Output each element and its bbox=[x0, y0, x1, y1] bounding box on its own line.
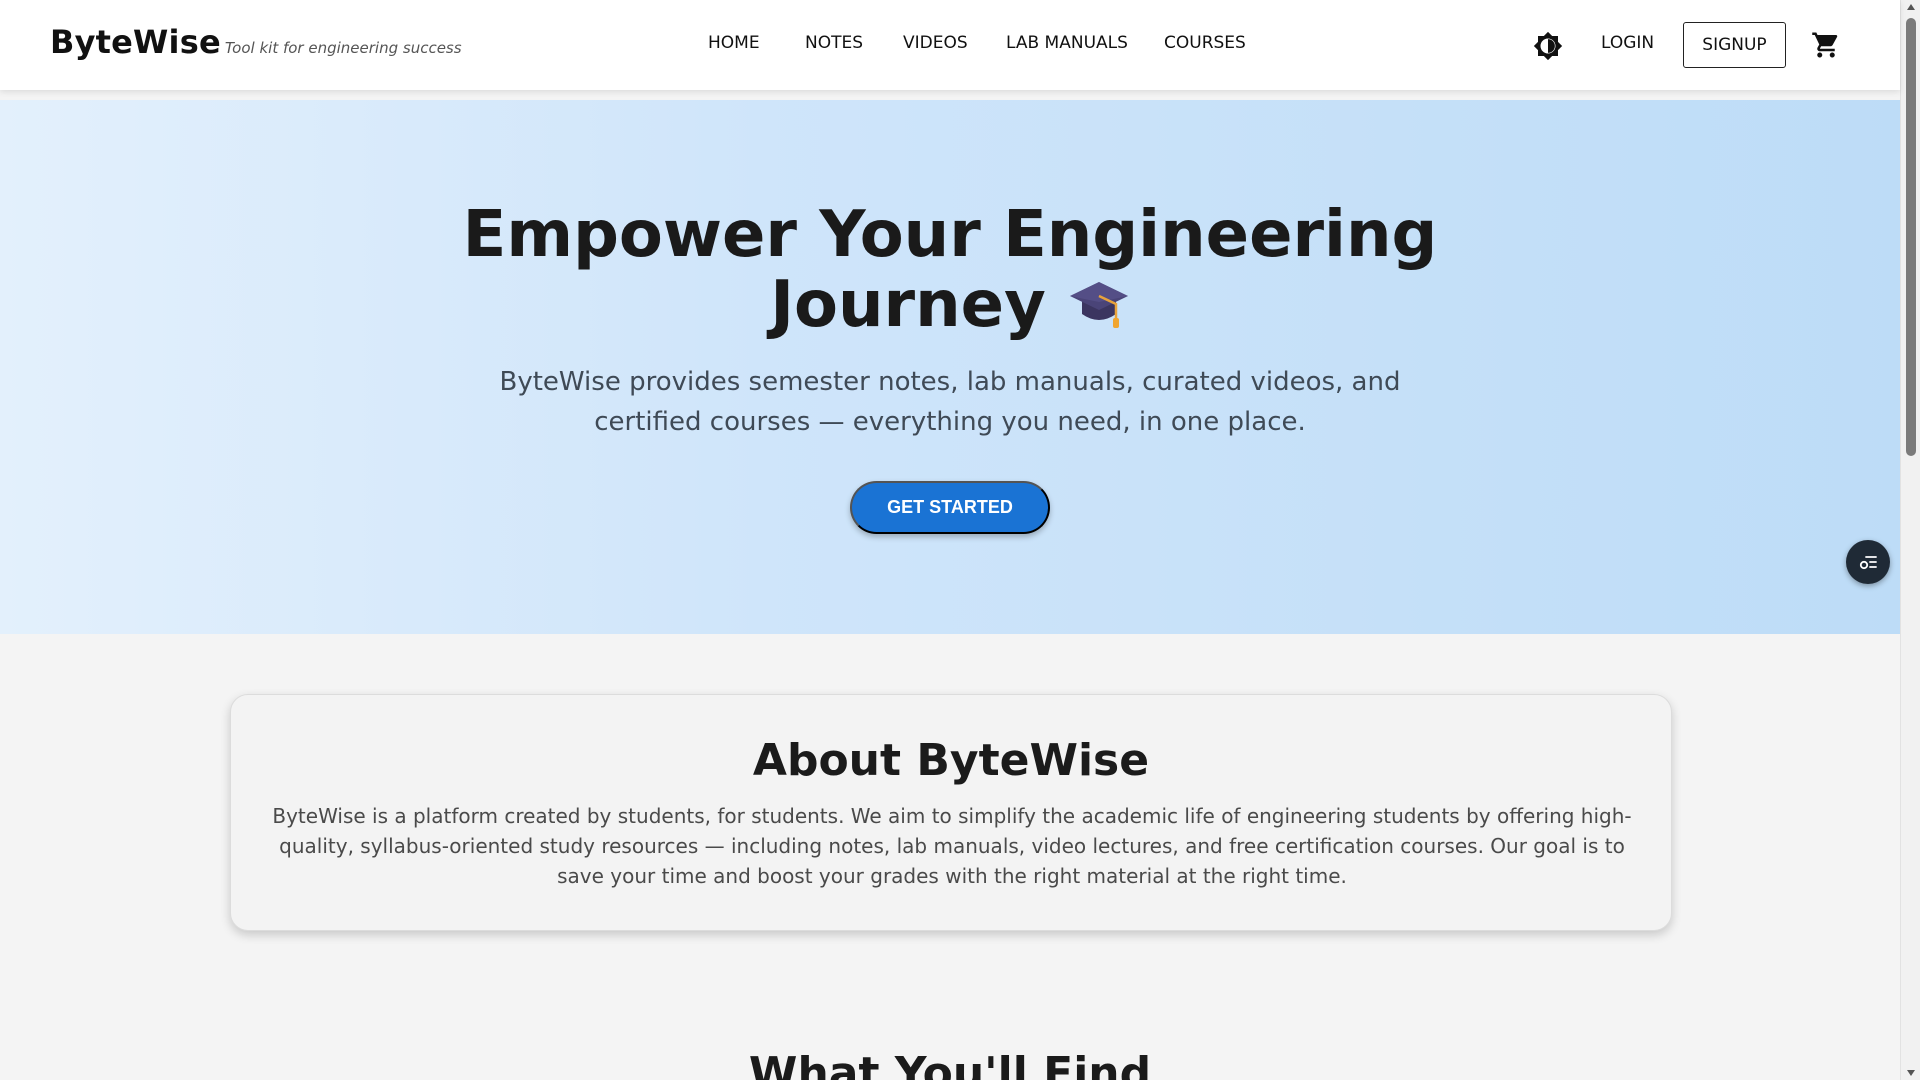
about-title: About ByteWise bbox=[752, 735, 1150, 786]
get-started-button[interactable]: GET STARTED bbox=[850, 481, 1050, 534]
cart-icon[interactable] bbox=[1811, 30, 1841, 60]
nav-link-videos[interactable]: VIDEOS bbox=[903, 33, 968, 53]
hero-title-line1: Empower Your Engineering bbox=[462, 198, 1438, 272]
scrollbar-thumb[interactable] bbox=[1906, 18, 1916, 456]
page-scrollbar[interactable] bbox=[1900, 0, 1920, 1080]
brightness-icon[interactable] bbox=[1533, 31, 1563, 61]
graduation-cap-icon bbox=[1068, 276, 1130, 332]
about-text: ByteWise is a platform created by studen… bbox=[272, 804, 1632, 888]
hero-section: Empower Your Engineering Journey ByteWis… bbox=[0, 100, 1900, 634]
nav-link-notes[interactable]: NOTES bbox=[805, 33, 863, 53]
hero-title-line2: Journey bbox=[770, 268, 1046, 342]
signup-button[interactable]: SIGNUP bbox=[1683, 22, 1786, 68]
hero-subtitle: ByteWise provides semester notes, lab ma… bbox=[499, 367, 1401, 437]
scroll-up-icon[interactable] bbox=[1907, 4, 1915, 10]
what-youll-find-title: What You'll Find bbox=[748, 1048, 1152, 1080]
nav-link-home[interactable]: HOME bbox=[708, 33, 760, 53]
list-settings-icon[interactable] bbox=[1846, 540, 1890, 584]
nav-link-courses[interactable]: COURSES bbox=[1164, 33, 1246, 53]
hero-title: Empower Your Engineering Journey bbox=[0, 200, 1900, 340]
navbar: ByteWise Tool kit for engineering succes… bbox=[0, 0, 1900, 90]
scroll-down-icon[interactable] bbox=[1907, 1070, 1915, 1076]
about-card: About ByteWise ByteWise is a platform cr… bbox=[230, 694, 1672, 931]
login-link[interactable]: LOGIN bbox=[1601, 33, 1654, 53]
nav-link-lab-manuals[interactable]: LAB MANUALS bbox=[1006, 33, 1128, 53]
